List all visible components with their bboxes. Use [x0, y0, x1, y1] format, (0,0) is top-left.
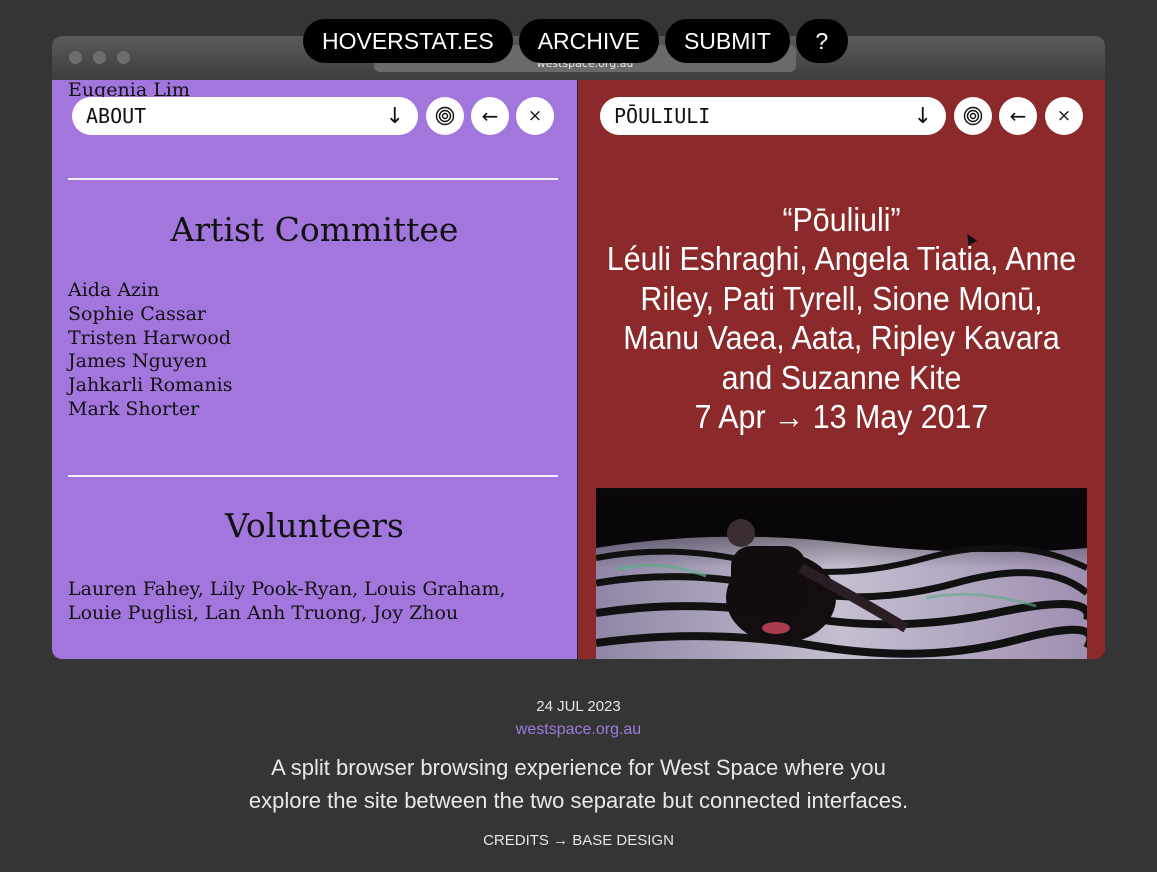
exhibition-title-line: Riley, Pati Tyrell, Sione Monū, [640, 279, 1043, 317]
exhibition-title-line: “Pōuliuli” [782, 201, 901, 238]
window-minimize-dot [93, 51, 106, 64]
committee-member: James Nguyen [68, 350, 208, 373]
exhibition-title-line: Manu Vaea, Aata, Ripley Kavara [623, 319, 1060, 357]
target-icon [435, 106, 455, 126]
exhibition-title-line: and Suzanne Kite [721, 358, 962, 396]
top-nav: HOVERSTAT.ES ARCHIVE SUBMIT ? [303, 19, 848, 63]
committee-member: Sophie Cassar [68, 302, 206, 325]
right-pane: PŌULIULI ↓ ← × “Pōuliuli” Léuli Eshraghi… [578, 80, 1105, 659]
credits-link[interactable]: CREDITS → BASE DESIGN [0, 832, 1157, 849]
exhibition-title-line: Léuli Eshraghi, Angela Tiatia, Anne [606, 240, 1077, 278]
committee-member: Jahkarli Romanis [68, 374, 233, 397]
volunteers-heading: Volunteers [225, 506, 404, 545]
site-link[interactable]: westspace.org.au [0, 721, 1157, 739]
right-section-select[interactable]: PŌULIULI ↓ [600, 97, 946, 135]
browser-window: westspace.org.au Eugenia Lim ABOUT ↓ ← ×… [52, 36, 1105, 659]
left-pane: Eugenia Lim ABOUT ↓ ← × Artist Committee… [52, 80, 577, 659]
nav-submit[interactable]: SUBMIT [664, 19, 790, 63]
target-icon [963, 106, 983, 126]
window-close-dot [69, 51, 82, 64]
close-icon: × [527, 106, 543, 126]
volunteers-line: Louie Puglisi, Lan Anh Truong, Joy Zhou [68, 602, 459, 624]
exhibition-title: “Pōuliuli” Léuli Eshraghi, Angela Tiatia… [599, 200, 1084, 436]
volunteers-line: Lauren Fahey, Lily Pook-Ryan, Louis Grah… [68, 578, 506, 600]
arrow-down-icon: ↓ [385, 103, 404, 129]
committee-list: Aida Azin Sophie Cassar Tristen Harwood … [68, 279, 232, 422]
arrow-down-icon: ↓ [913, 103, 932, 129]
committee-member: Tristen Harwood [68, 326, 232, 349]
left-select-label: ABOUT [86, 104, 147, 128]
left-close-button[interactable]: × [516, 97, 554, 135]
left-target-button[interactable] [426, 97, 464, 135]
right-target-button[interactable] [954, 97, 992, 135]
post-date: 24 JUL 2023 [536, 698, 621, 715]
section-divider [68, 475, 558, 477]
volunteers-list: Lauren Fahey, Lily Pook-Ryan, Louis Grah… [68, 577, 548, 625]
arrow-left-icon: ← [481, 104, 499, 128]
left-section-select[interactable]: ABOUT ↓ [72, 97, 418, 135]
window-maximize-dot [117, 51, 130, 64]
right-close-button[interactable]: × [1045, 97, 1083, 135]
nav-help[interactable]: ? [795, 19, 848, 63]
exhibition-photo[interactable] [596, 488, 1087, 659]
committee-heading: Artist Committee [170, 210, 459, 249]
committee-member: Aida Azin [68, 279, 160, 301]
section-divider [68, 178, 558, 180]
left-back-button[interactable]: ← [471, 97, 509, 135]
nav-hoverstates[interactable]: HOVERSTAT.ES [303, 19, 513, 63]
description-line: A split browser browsing experience for … [271, 755, 886, 780]
description: A split browser browsing experience for … [0, 751, 1157, 817]
arrow-left-icon: ← [1009, 104, 1027, 128]
right-select-label: PŌULIULI [614, 104, 711, 128]
performance-image [596, 488, 1087, 659]
nav-archive[interactable]: ARCHIVE [518, 19, 659, 63]
exhibition-dates: 7 Apr → 13 May 2017 [694, 398, 989, 436]
right-back-button[interactable]: ← [999, 97, 1037, 135]
committee-member: Mark Shorter [68, 397, 200, 420]
close-icon: × [1056, 106, 1072, 126]
description-line: explore the site between the two separat… [248, 788, 909, 813]
